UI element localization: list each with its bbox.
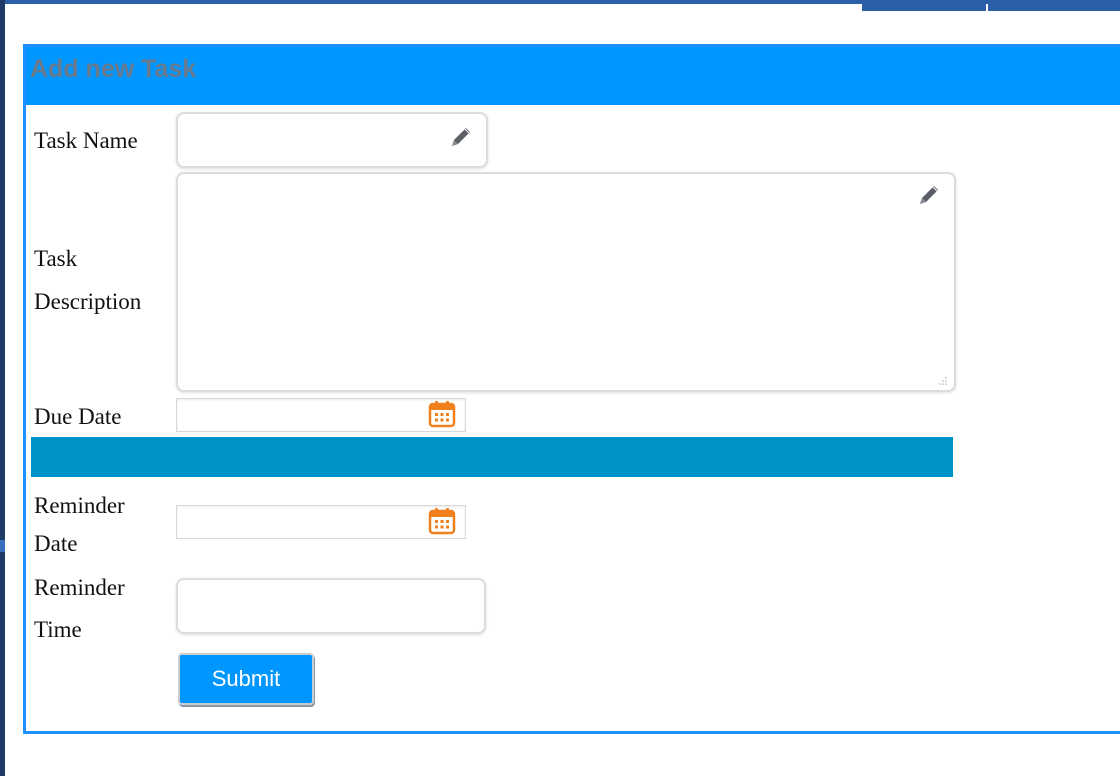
task-description-label-line2: Description	[34, 289, 142, 314]
pencil-icon	[920, 186, 938, 204]
submit-button[interactable]: Submit	[178, 653, 314, 705]
panel-header: Add new Task	[26, 47, 1120, 105]
window-left-edge-accent	[0, 540, 5, 552]
calendar-icon[interactable]	[428, 507, 456, 535]
task-name-input[interactable]	[176, 112, 488, 168]
reminder-time-label-line2: Time	[34, 617, 82, 642]
reminder-date-label-line2: Date	[34, 531, 78, 556]
reminder-time-input[interactable]	[176, 578, 486, 634]
window-left-edge	[0, 0, 5, 776]
due-date-label: Due Date	[34, 404, 122, 429]
top-bar-segment	[862, 0, 986, 11]
section-divider	[31, 437, 953, 477]
pencil-icon	[452, 128, 470, 146]
due-date-input[interactable]	[176, 398, 466, 432]
task-description-textarea[interactable]	[176, 172, 956, 392]
calendar-icon[interactable]	[428, 400, 456, 428]
resize-handle-icon[interactable]	[938, 376, 948, 386]
panel-title: Add new Task	[30, 55, 197, 83]
add-task-panel: Add new Task Task Name Task Description …	[23, 44, 1120, 734]
reminder-date-label-line1: Reminder	[34, 493, 125, 518]
top-bar-segment	[988, 0, 1120, 11]
task-name-label: Task Name	[34, 128, 138, 153]
reminder-time-label-line1: Reminder	[34, 575, 125, 600]
window-top-bar	[0, 0, 1120, 11]
reminder-date-input[interactable]	[176, 505, 466, 539]
task-description-label-line1: Task	[34, 246, 78, 271]
